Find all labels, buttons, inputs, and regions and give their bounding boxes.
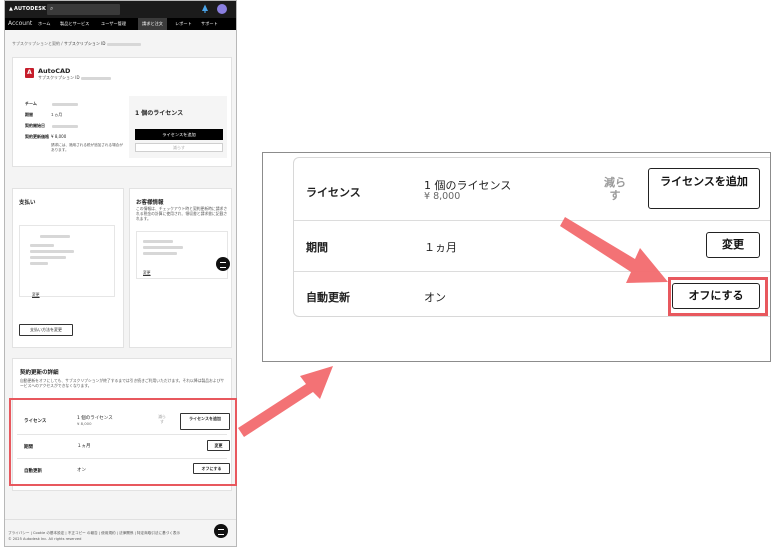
nav-products[interactable]: 製品とサービス — [60, 21, 89, 27]
nav-billing[interactable]: 請求と注文 — [138, 18, 167, 30]
search-input[interactable]: ⌕ — [47, 4, 120, 15]
search-icon: ⌕ — [50, 5, 54, 12]
top-bar: ▲AUTODESK ⌕ — [5, 1, 236, 18]
turn-off-button-highlight — [668, 277, 768, 316]
chat-icon[interactable] — [216, 257, 230, 271]
field-renewal-price-value: ¥ 8,000 — [51, 134, 67, 139]
nav-reports[interactable]: レポート — [175, 21, 192, 27]
auto-renew-label: 自動更新 — [306, 291, 350, 304]
breadcrumb-current: サブスクリプション ID — [63, 41, 106, 46]
license-count: 1 個のライセンス — [135, 110, 184, 117]
row-term: 期間 １ヵ月 変更 — [294, 221, 770, 271]
notification-icon[interactable] — [201, 4, 209, 13]
customer-info-title: お客様情報 — [136, 200, 164, 206]
customer-info-card: お客様情報 この情報は、チェックアウト時と契約更新時に請求される税金の計算に使用… — [129, 188, 232, 348]
payment-method-box: 変更 — [19, 225, 115, 297]
row-license: ライセンス 1 個のライセンス ¥ 8,000 減らす ライセンスを追加 — [294, 158, 770, 220]
product-card: A AutoCAD サブスクリプション ID チーム 期間 １ヵ月 契約開始日 … — [12, 57, 232, 167]
payment-card: 支払い 変更 支払い方法を変更 — [12, 188, 124, 348]
customer-info-description: この情報は、チェックアウト時と契約更新時に請求される税金の計算に使用され、領収書… — [136, 206, 228, 221]
product-subtitle: サブスクリプション ID — [38, 75, 111, 81]
footer-links[interactable]: プライバシー | Cookie の基本設定 | 不正コピー の報告 | 使用規約… — [8, 531, 180, 536]
payment-title: 支払い — [19, 200, 36, 206]
customer-info-change-link[interactable]: 変更 — [143, 270, 151, 276]
nav-support[interactable]: サポート — [201, 21, 218, 27]
app-name: Account — [8, 20, 33, 27]
add-license-button[interactable]: ライセンスを追加 — [648, 168, 760, 209]
add-license-button[interactable]: ライセンスを追加 — [135, 129, 223, 140]
field-renewal-price-label: 契約更新価格 — [25, 134, 49, 139]
footer: プライバシー | Cookie の基本設定 | 不正コピー の報告 | 使用規約… — [5, 519, 236, 546]
customer-info-box: 変更 — [136, 231, 228, 279]
field-start-date: 契約開始日 — [25, 123, 79, 129]
redacted-text — [106, 42, 141, 46]
renewal-title: 契約更新の詳細 — [20, 370, 59, 376]
change-term-button[interactable]: 変更 — [706, 232, 760, 258]
chat-icon[interactable] — [214, 524, 228, 538]
autodesk-logo[interactable]: ▲AUTODESK — [9, 6, 46, 12]
footer-copyright: © 2025 Autodesk Inc. All rights reserved — [8, 537, 82, 541]
autocad-icon: A — [25, 68, 34, 78]
avatar[interactable] — [217, 4, 227, 14]
reduce-link[interactable]: 減らす — [602, 176, 628, 202]
field-term: 期間 １ヵ月 — [25, 112, 63, 117]
renewal-rows-highlight — [9, 398, 237, 486]
breadcrumb-parent[interactable]: サブスクリプションと契約 — [12, 41, 60, 46]
product-name: AutoCAD — [38, 67, 71, 75]
reduce-license-button[interactable]: 減らす — [135, 143, 223, 152]
zoom-panel: ライセンス 1 個のライセンス ¥ 8,000 減らす ライセンスを追加 期間 … — [262, 152, 771, 362]
field-team: チーム — [25, 101, 79, 107]
payment-change-link[interactable]: 変更 — [32, 292, 40, 298]
term-label: 期間 — [306, 241, 328, 254]
tax-note: 請求には、適用される税が追加される場合があります。 — [51, 143, 123, 152]
renewal-description: 自動更新をオフにしても、サブスクリプションが終了するまでは引き続きご利用いただけ… — [20, 378, 225, 388]
auto-renew-value: オン — [424, 291, 446, 304]
nav-home[interactable]: ホーム — [38, 21, 50, 27]
nav-user-management[interactable]: ユーザー管理 — [101, 21, 126, 27]
term-value: １ヵ月 — [424, 241, 457, 254]
zoom-arrow — [238, 366, 333, 437]
main-nav: Account ホーム 製品とサービス ユーザー管理 請求と注文 レポート サポ… — [5, 18, 236, 30]
license-box: 1 個のライセンス ライセンスを追加 減らす — [129, 96, 227, 158]
license-price: ¥ 8,000 — [424, 191, 461, 202]
license-label: ライセンス — [306, 186, 361, 199]
change-payment-method-button[interactable]: 支払い方法を変更 — [19, 324, 73, 336]
breadcrumb: サブスクリプションと契約 / サブスクリプション ID — [12, 41, 141, 47]
